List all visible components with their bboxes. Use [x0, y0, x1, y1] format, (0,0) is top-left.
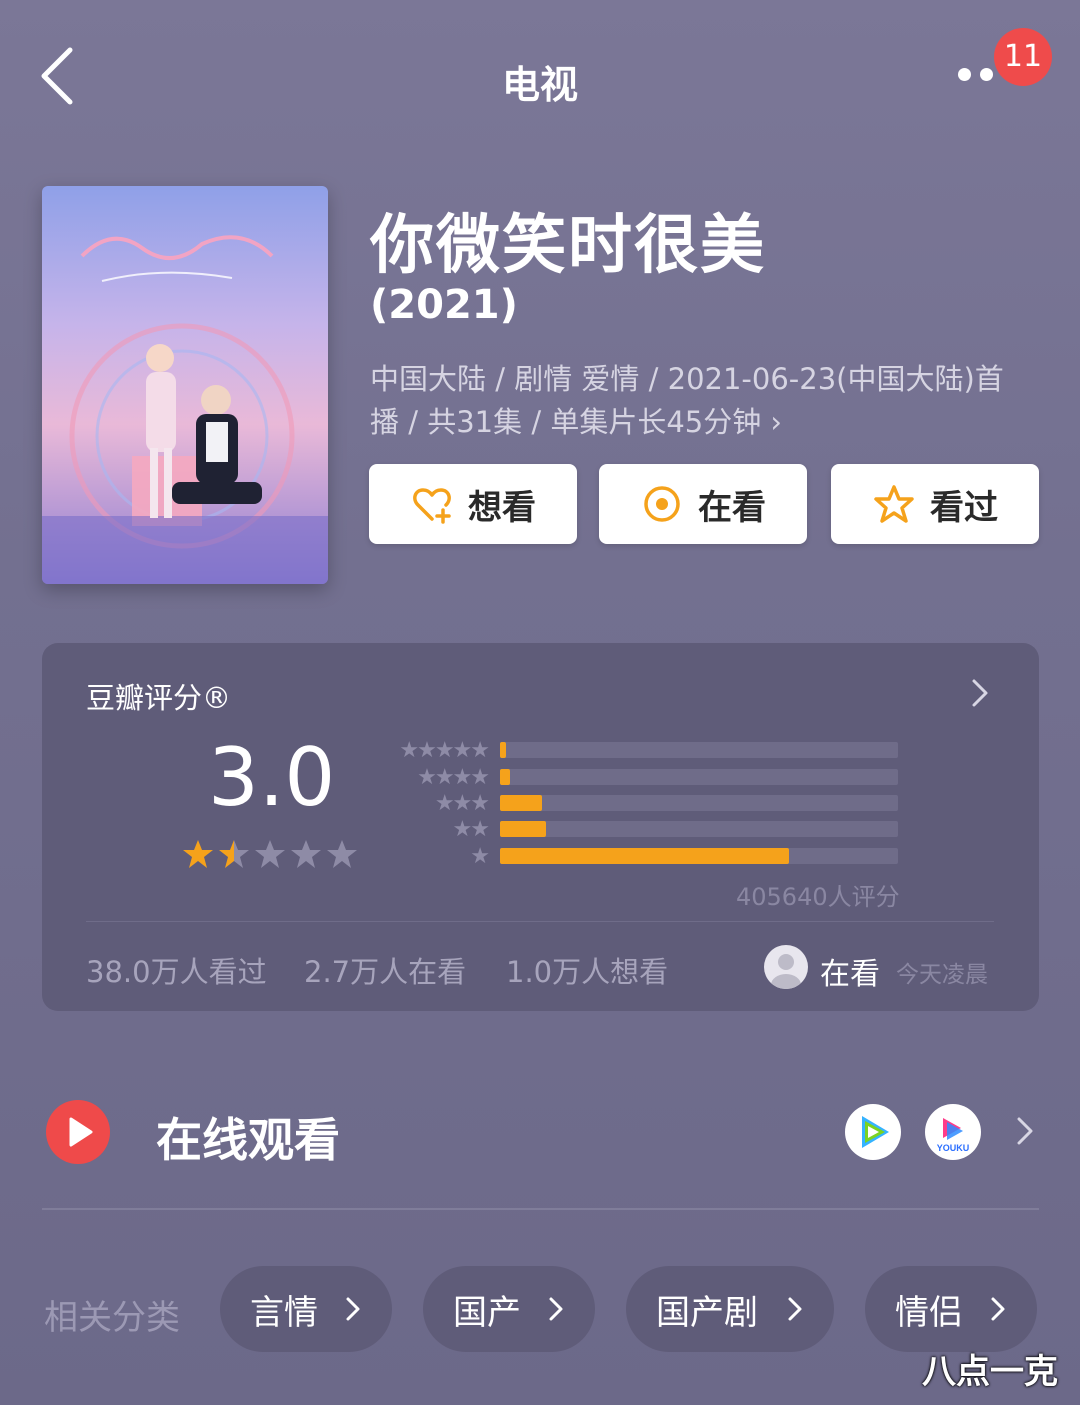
rating-score: 3.0 [208, 731, 336, 824]
chevron-right-icon[interactable] [1014, 1112, 1036, 1150]
rating-card[interactable]: 豆瓣评分® 3.0 405640人评分 38.0万人看过 2.7万人在看 1.0… [42, 643, 1039, 1011]
distribution-track [500, 848, 898, 864]
online-watch-title[interactable]: 在线观看 [156, 1104, 340, 1170]
user-status: 在看 [820, 957, 880, 992]
stat-watched[interactable]: 38.0万人看过 [86, 949, 267, 991]
tag-romance[interactable]: 言情 [220, 1266, 392, 1352]
star-icon [255, 840, 285, 868]
distribution-bar [500, 821, 546, 837]
divider [86, 921, 994, 922]
tag-label: 国产剧 [656, 1292, 758, 1333]
rating-distribution-row: ★★ [342, 818, 902, 842]
distribution-bar [500, 795, 542, 811]
more-options-button[interactable] [958, 66, 1002, 86]
watched-label: 看过 [930, 487, 998, 528]
star-icon [219, 840, 249, 868]
rating-stars [182, 838, 358, 870]
tag-couple[interactable]: 情侣 [865, 1266, 1037, 1352]
tag-label: 言情 [250, 1292, 318, 1333]
chevron-right-icon[interactable] [968, 673, 992, 713]
tag-domestic[interactable]: 国产 [423, 1266, 595, 1352]
star-icon [291, 840, 321, 868]
user-status-time: 今天凌晨 [896, 962, 988, 988]
more-dot [980, 68, 993, 81]
tencent-video-icon[interactable] [845, 1104, 901, 1160]
avatar[interactable] [764, 945, 808, 989]
chevron-right-icon [788, 1297, 802, 1321]
chevron-right-icon [549, 1297, 563, 1321]
chevron-right-icon [346, 1297, 360, 1321]
poster-artwork [42, 186, 328, 584]
distribution-track [500, 795, 898, 811]
distribution-stars: ★ [470, 844, 490, 869]
youku-icon[interactable]: YOUKU [925, 1104, 981, 1160]
chevron-right-icon [991, 1297, 1005, 1321]
stat-watching[interactable]: 2.7万人在看 [304, 949, 466, 991]
distribution-bar [500, 848, 789, 864]
tag-label: 情侣 [895, 1292, 963, 1333]
distribution-track [500, 742, 898, 758]
watermark: 八点一克 [922, 1352, 1058, 1392]
meta-line: 播 / 共31集 / 单集片长45分钟 › [370, 405, 783, 439]
rating-count: 405640人评分 [736, 883, 900, 911]
top-bar: 电视 11 [0, 0, 1080, 150]
related-categories-label: 相关分类 [44, 1298, 180, 1338]
stat-want[interactable]: 1.0万人想看 [506, 949, 668, 991]
user-icon [771, 954, 801, 989]
tag-domestic-drama[interactable]: 国产剧 [626, 1266, 834, 1352]
distribution-stars: ★★ [452, 817, 490, 842]
watching-button[interactable]: 在看 [599, 464, 807, 544]
rating-distribution-row: ★★★★ [342, 766, 902, 790]
show-title: 你微笑时很美 [370, 209, 766, 283]
play-icon[interactable] [46, 1100, 110, 1164]
meta-line: 中国大陆 / 剧情 爱情 / 2021-06-23(中国大陆)首 [370, 362, 1004, 396]
distribution-stars: ★★★ [434, 791, 490, 816]
youku-logo: YOUKU [937, 1118, 970, 1153]
want-to-watch-button[interactable]: 想看 [369, 464, 577, 544]
distribution-stars: ★★★★ [417, 765, 490, 790]
more-dot [958, 68, 971, 81]
rating-distribution-row: ★★★★★ [342, 739, 902, 763]
show-meta[interactable]: 中国大陆 / 剧情 爱情 / 2021-06-23(中国大陆)首 播 / 共31… [370, 358, 1050, 444]
tencent-video-logo [862, 1116, 889, 1148]
target-icon [644, 486, 680, 522]
rating-distribution-row: ★★★ [342, 792, 902, 816]
distribution-stars: ★★★★★ [399, 738, 490, 763]
tag-label: 国产 [453, 1292, 521, 1333]
distribution-track [500, 821, 898, 837]
distribution-bar [500, 742, 506, 758]
divider [42, 1208, 1039, 1210]
play-triangle-icon [69, 1117, 93, 1147]
youku-wordmark: YOUKU [937, 1143, 970, 1153]
heart-plus-icon [413, 488, 451, 524]
distribution-bar [500, 769, 510, 785]
show-year: (2021) [370, 282, 518, 328]
poster-image[interactable] [42, 186, 328, 584]
watched-button[interactable]: 看过 [831, 464, 1039, 544]
want-to-watch-label: 想看 [468, 487, 536, 528]
rating-label: 豆瓣评分® [86, 681, 232, 715]
star-outline-icon [874, 485, 914, 523]
page-title: 电视 [501, 63, 578, 107]
distribution-track [500, 769, 898, 785]
notification-badge[interactable]: 11 [994, 28, 1052, 86]
rating-distribution-row: ★ [342, 845, 902, 869]
star-icon [183, 840, 213, 868]
watching-label: 在看 [698, 487, 766, 528]
